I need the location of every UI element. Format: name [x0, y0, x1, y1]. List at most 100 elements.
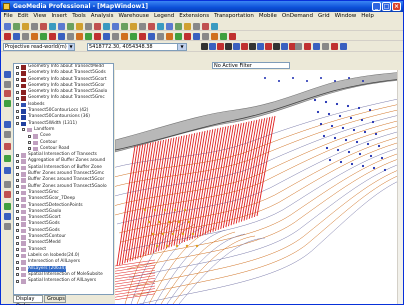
checkbox-icon[interactable] — [16, 222, 19, 226]
checkbox-icon[interactable] — [16, 279, 19, 283]
side-tool-14[interactable] — [4, 223, 11, 230]
tool-button-8[interactable] — [67, 22, 74, 30]
menu-help[interactable]: Help — [359, 12, 377, 21]
tool-button-6[interactable] — [49, 22, 56, 30]
map-window[interactable] — [115, 70, 403, 304]
draw-tool-button-2[interactable] — [209, 42, 216, 50]
checkbox-icon[interactable] — [16, 78, 19, 82]
map-tool-button-25[interactable] — [220, 32, 227, 40]
map-tool-button-5[interactable] — [40, 32, 47, 40]
tab-display-order[interactable]: Display Order — [13, 295, 43, 305]
map-tool-button-20[interactable] — [175, 32, 182, 40]
menu-tools[interactable]: Tools — [70, 12, 89, 21]
map-tool-button-24[interactable] — [211, 32, 218, 40]
menu-transportation[interactable]: Transportation — [212, 12, 257, 21]
draw-tool-button-6[interactable] — [241, 42, 248, 50]
checkbox-icon[interactable] — [16, 210, 19, 214]
menu-ondemand[interactable]: OnDemand — [279, 12, 315, 21]
checkbox-icon[interactable] — [16, 122, 19, 126]
side-tool-3[interactable] — [4, 90, 11, 97]
tool-button-22[interactable] — [193, 22, 200, 30]
map-tool-button-8[interactable] — [67, 32, 74, 40]
draw-tool-button-7[interactable] — [249, 42, 256, 50]
tool-button-10[interactable] — [85, 22, 92, 30]
side-tool-8[interactable] — [4, 155, 11, 162]
tab-groups[interactable]: Groups — [44, 295, 66, 303]
side-tool-7[interactable] — [4, 143, 11, 150]
tool-button-1[interactable] — [4, 22, 11, 30]
tool-button-3[interactable] — [22, 22, 29, 30]
side-tool-12[interactable] — [4, 203, 11, 210]
chevron-down-icon[interactable]: ▼ — [178, 43, 186, 50]
checkbox-icon[interactable] — [16, 115, 19, 119]
draw-tool-button-1[interactable] — [201, 42, 208, 50]
close-button[interactable]: × — [392, 2, 401, 11]
map-tool-button-17[interactable] — [148, 32, 155, 40]
checkbox-icon[interactable] — [16, 153, 19, 157]
checkbox-icon[interactable] — [16, 159, 19, 163]
tool-button-5[interactable] — [40, 22, 47, 30]
tool-button-13[interactable] — [112, 22, 119, 30]
draw-tool-button-5[interactable] — [233, 42, 240, 50]
checkbox-icon[interactable] — [22, 128, 25, 132]
checkbox-icon[interactable] — [16, 65, 19, 69]
draw-tool-button-11[interactable] — [281, 42, 288, 50]
tool-button-7[interactable] — [58, 22, 65, 30]
map-tool-button-15[interactable] — [130, 32, 137, 40]
map-tool-button-6[interactable] — [49, 32, 56, 40]
tool-button-21[interactable] — [184, 22, 191, 30]
checkbox-icon[interactable] — [16, 172, 19, 176]
map-tool-button-12[interactable] — [103, 32, 110, 40]
select-tool-button-1[interactable] — [295, 42, 302, 50]
map-tool-button-9[interactable] — [76, 32, 83, 40]
map-tool-button-19[interactable] — [166, 32, 173, 40]
maximize-button[interactable]: □ — [382, 2, 391, 11]
coordinate-readout[interactable]: 5418772.30, 4054348.38 — [87, 42, 183, 51]
map-canvas[interactable] — [115, 70, 403, 304]
checkbox-icon[interactable] — [16, 191, 19, 195]
side-tool-6[interactable] — [4, 131, 11, 138]
side-tool-1[interactable] — [4, 71, 11, 78]
select-tool-button-2[interactable] — [304, 42, 311, 50]
checkbox-icon[interactable] — [16, 96, 19, 100]
checkbox-icon[interactable] — [16, 248, 19, 252]
tool-button-17[interactable] — [148, 22, 155, 30]
checkbox-icon[interactable] — [16, 260, 19, 264]
menu-mobile[interactable]: Mobile — [256, 12, 279, 21]
select-tool-button-5[interactable] — [331, 42, 338, 50]
map-tool-button-21[interactable] — [184, 32, 191, 40]
checkbox-icon[interactable] — [16, 229, 19, 233]
minimize-button[interactable]: _ — [372, 2, 381, 11]
map-tool-button-1[interactable] — [4, 32, 11, 40]
map-tool-button-10[interactable] — [85, 32, 92, 40]
side-tool-13[interactable] — [4, 213, 11, 220]
tool-button-24[interactable] — [211, 22, 218, 30]
map-tool-button-26[interactable] — [229, 32, 236, 40]
tool-button-23[interactable] — [202, 22, 209, 30]
checkbox-icon[interactable] — [16, 235, 19, 239]
menu-legend[interactable]: Legend — [152, 12, 177, 21]
draw-tool-button-9[interactable] — [265, 42, 272, 50]
tool-button-12[interactable] — [103, 22, 110, 30]
tool-button-18[interactable] — [157, 22, 164, 30]
menu-edit[interactable]: Edit — [15, 12, 31, 21]
checkbox-icon[interactable] — [16, 90, 19, 94]
checkbox-icon[interactable] — [16, 241, 19, 245]
side-tool-9[interactable] — [4, 167, 11, 174]
menu-extensions[interactable]: Extensions — [177, 12, 212, 21]
side-tool-4[interactable] — [4, 100, 11, 107]
checkbox-icon[interactable] — [16, 267, 19, 270]
map-tool-button-2[interactable] — [13, 32, 20, 40]
map-tool-button-16[interactable] — [139, 32, 146, 40]
legend-item[interactable]: Spatial Intersection of AllLayers — [14, 278, 113, 284]
tool-button-14[interactable] — [121, 22, 128, 30]
select-tool-button-4[interactable] — [322, 42, 329, 50]
checkbox-icon[interactable] — [16, 71, 19, 75]
map-tool-button-22[interactable] — [193, 32, 200, 40]
side-tool-2[interactable] — [4, 81, 11, 88]
chevron-down-icon[interactable]: ▼ — [68, 43, 74, 50]
tool-button-20[interactable] — [175, 22, 182, 30]
side-tool-5[interactable] — [4, 121, 11, 128]
menu-warehouse[interactable]: Warehouse — [116, 12, 152, 21]
checkbox-icon[interactable] — [16, 204, 19, 208]
